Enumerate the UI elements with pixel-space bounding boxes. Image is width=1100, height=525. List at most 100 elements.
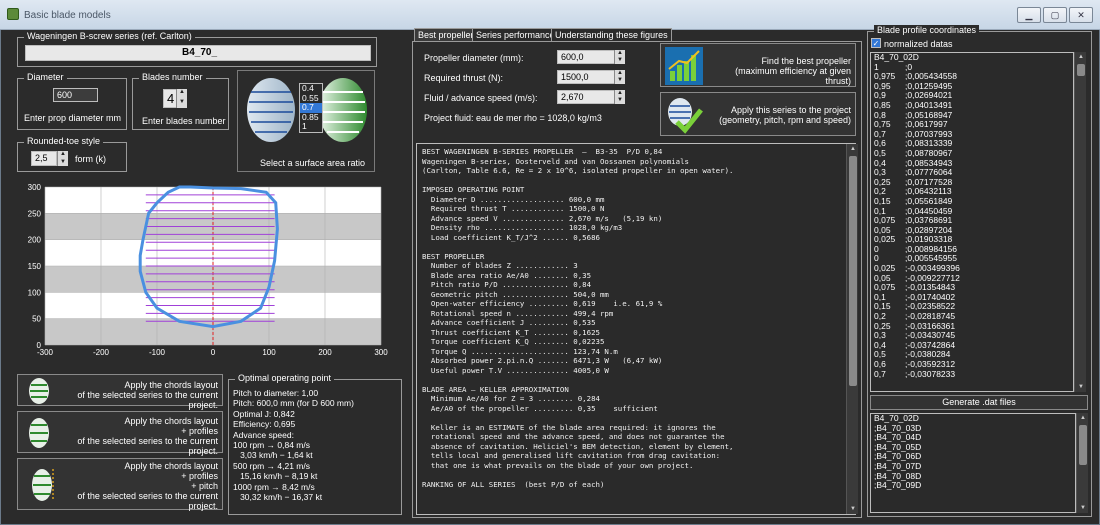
- coordinate-row: 0,975 ;0,005434558: [871, 71, 1073, 82]
- coordinate-y: ;0,05168947: [905, 109, 953, 120]
- optimal-line: 3,03 km/h − 1,64 kt: [233, 450, 313, 461]
- dat-file-item[interactable]: ;B4_70_09D: [871, 481, 1075, 491]
- diameter-group: Diameter 600 Enter prop diameter mm: [17, 72, 127, 130]
- area-ratio-option[interactable]: 1: [300, 121, 322, 132]
- blades-caption: Enter blades number: [142, 116, 226, 126]
- dat-files-list[interactable]: B4_70_02D ;B4_70_03D ;B4_70_04D ;B4_70_05D;…: [870, 413, 1076, 513]
- coordinate-y: ;0,005434558: [905, 71, 957, 82]
- prop-diameter-input[interactable]: 600,0: [557, 50, 615, 64]
- apply-series-label: Apply this series to the project (geomet…: [719, 105, 851, 125]
- coordinate-row: 0,5 ;-0,0380284: [871, 350, 1073, 360]
- rounded-toe-caption: form (k): [75, 154, 106, 164]
- coordinate-row: 0,6 ;-0,03592312: [871, 359, 1073, 370]
- x-tick-label: 100: [262, 348, 276, 357]
- coordinate-y: ;0,04013491: [905, 99, 953, 110]
- coordinate-row: 0,9 ;0,02694021: [871, 91, 1073, 101]
- speed-label: Fluid / advance speed (m/s):: [424, 93, 538, 103]
- prop-diameter-label: Propeller diameter (mm):: [424, 53, 524, 63]
- optimal-line: Efficiency: 0,695: [233, 419, 296, 430]
- y-tick-label: 300: [28, 183, 42, 192]
- thrust-label: Required thrust (N):: [424, 73, 504, 83]
- profile-coordinates-list[interactable]: B4_70_02D 1 ;0 0,975 ;0,005434558 0,95 ;0,012…: [870, 52, 1074, 392]
- coordinate-y: ;0,008984156: [905, 243, 957, 254]
- diameter-input[interactable]: 600: [53, 88, 98, 102]
- blade-plot-svg: -300 -200 -100 0 100 200 300300250200150100500: [28, 183, 389, 357]
- coordinate-row: 0,75 ;0,0617997: [871, 119, 1073, 130]
- thrust-input[interactable]: 1500,0: [557, 70, 615, 84]
- coordinate-row: 0 ;0,008984156: [871, 243, 1073, 255]
- coordinate-y: ;0: [905, 61, 913, 72]
- rounded-toe-input[interactable]: 2,5: [31, 151, 57, 166]
- coordinate-y: ;-0,0380284: [905, 349, 951, 360]
- apply-chords-label: Apply the chords layout of the selected …: [77, 380, 218, 410]
- coordinate-row: 0,7 ;0,07037993: [871, 128, 1073, 140]
- coordinate-y: ;0,0617997: [905, 119, 948, 130]
- files-scrollbar[interactable]: ▲ ▼: [1076, 413, 1088, 513]
- coordinate-y: ;0,07037993: [905, 128, 953, 139]
- thrust-spinner[interactable]: ▲ ▼: [614, 70, 625, 84]
- minimize-button[interactable]: ▁: [1017, 7, 1041, 23]
- tab-understanding-figures[interactable]: Understanding these figures: [551, 28, 672, 42]
- tab-best-propeller[interactable]: Best propeller: [414, 28, 478, 42]
- speed-input[interactable]: 2,670: [557, 90, 615, 104]
- chart-icon: [665, 47, 703, 85]
- coordinate-y: ;0,06432113: [905, 186, 952, 197]
- apply-check-icon: [668, 98, 703, 134]
- optimal-line: 1000 rpm → 8,42 m/s: [233, 481, 315, 492]
- coordinate-y: ;0,01259495: [905, 80, 953, 91]
- speed-spinner[interactable]: ▲ ▼: [614, 90, 625, 104]
- apply-chords-profiles-button[interactable]: Apply the chords layout + profiles of th…: [17, 411, 223, 456]
- apply-series-button[interactable]: Apply this series to the project (geomet…: [660, 92, 856, 136]
- area-ratio-list[interactable]: 0.4 0.55 0.7 0.85 1: [299, 83, 323, 133]
- y-tick-label: 0: [37, 341, 42, 350]
- optimal-line: 100 rpm → 0,84 m/s: [233, 440, 311, 451]
- coordinate-y: ;-0,03078233: [905, 368, 956, 379]
- coordinate-y: ;-0,03742864: [905, 339, 956, 350]
- window-title: Basic blade models: [24, 10, 111, 21]
- coordinate-y: ;0,005545955: [905, 253, 957, 264]
- x-tick-label: -100: [149, 348, 166, 357]
- coordinate-y: ;-0,003499396: [905, 263, 960, 274]
- generate-dat-button[interactable]: Generate .dat files: [870, 395, 1088, 410]
- coordinate-y: ;-0,01740402: [905, 291, 956, 302]
- coordinate-row: 1 ;0: [871, 61, 1073, 73]
- blade-icon: [29, 378, 49, 404]
- coordinate-row: 0,3 ;-0,03430745: [871, 330, 1073, 341]
- x-tick-label: -200: [93, 348, 110, 357]
- report-text: BEST WAGENINGEN B-SERIES PROPELLER — B3-…: [422, 147, 734, 489]
- coordinate-row: 0,15 ;-0,02358522: [871, 302, 1073, 312]
- coordinate-y: ;0,07776064: [905, 167, 953, 178]
- normalized-checkbox[interactable]: ✓: [871, 38, 881, 48]
- close-button[interactable]: ✕: [1069, 7, 1093, 23]
- coordinate-row: 0,2 ;-0,02818745: [871, 311, 1073, 322]
- y-tick-label: 250: [28, 209, 42, 218]
- apply-chords-profiles-label: Apply the chords layout + profiles of th…: [77, 416, 218, 456]
- coordinate-y: ;-0,03592312: [905, 359, 956, 369]
- coordinate-row: 0,25 ;-0,03166361: [871, 321, 1073, 332]
- optimal-line: 500 rpm → 4,21 m/s: [233, 460, 311, 471]
- maximize-button[interactable]: ▢: [1043, 7, 1067, 23]
- tab-series-performance[interactable]: Series performance: [472, 28, 559, 42]
- coordinate-row: 0,95 ;0,01259495: [871, 80, 1073, 92]
- prop-diameter-spinner[interactable]: ▲ ▼: [614, 50, 625, 64]
- coordinate-row: 0,7 ;-0,03078233: [871, 368, 1073, 380]
- coordinate-y: ;0,02694021: [905, 90, 953, 101]
- coordinate-row: 0,05 ;0,02897204: [871, 224, 1073, 236]
- diameter-group-title: Diameter: [24, 72, 67, 82]
- optimal-line: Pitch to diameter: 1,00: [233, 388, 319, 398]
- y-tick-label: 100: [28, 288, 42, 297]
- apply-chords-button[interactable]: Apply the chords layout of the selected …: [17, 374, 223, 410]
- optimal-line: Optimal J: 0,842: [233, 408, 295, 419]
- coordinates-scrollbar[interactable]: ▲ ▼: [1074, 52, 1086, 392]
- coordinate-y: ;0,02897204: [905, 224, 953, 235]
- coordinate-y: ;-0,03430745: [905, 330, 956, 341]
- coordinate-row: 0,05 ;-0,009227712: [871, 273, 1073, 284]
- blades-spinner[interactable]: ▲ ▼: [176, 89, 187, 108]
- report-scrollbar[interactable]: ▲ ▼: [846, 144, 858, 514]
- profile-group-title: Blade profile coordinates: [874, 25, 980, 35]
- report-textbox[interactable]: BEST WAGENINGEN B-SERIES PROPELLER — B3-…: [416, 143, 856, 515]
- find-best-propeller-button[interactable]: Find the best propeller (maximum efficie…: [660, 43, 856, 87]
- rounded-toe-spinner[interactable]: ▲ ▼: [57, 151, 68, 166]
- series-name-field[interactable]: B4_70_: [25, 45, 371, 61]
- apply-chords-profiles-pitch-button[interactable]: Apply the chords layout + profiles + pit…: [17, 458, 223, 511]
